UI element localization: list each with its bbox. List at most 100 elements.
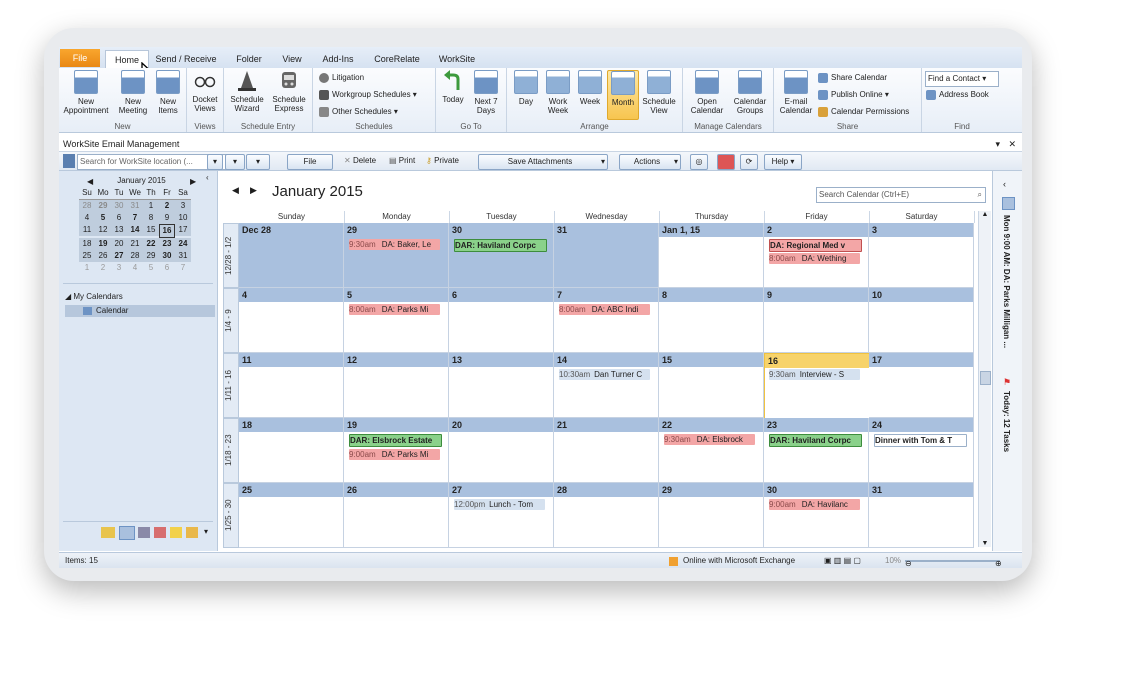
mini-day[interactable]: 5 bbox=[95, 212, 111, 224]
mini-day[interactable]: 4 bbox=[79, 212, 95, 224]
mini-day[interactable]: 19 bbox=[95, 238, 111, 250]
mini-day[interactable]: 6 bbox=[111, 212, 127, 224]
mini-day[interactable]: 28 bbox=[127, 250, 143, 262]
next-arrow-icon[interactable]: ▶ bbox=[250, 185, 257, 196]
day-cell[interactable]: 27 bbox=[449, 483, 554, 548]
mini-day[interactable]: 21 bbox=[127, 238, 143, 250]
new-appointment-button[interactable]: New Appointment bbox=[61, 70, 111, 115]
day-cell[interactable]: 31 bbox=[554, 223, 659, 288]
calendar-list-item[interactable]: Calendar bbox=[65, 305, 215, 317]
appointment[interactable]: 9:30am DA: Baker, Le bbox=[349, 239, 440, 250]
mini-day[interactable]: 17 bbox=[175, 224, 191, 236]
filter-button[interactable]: ▾ bbox=[225, 154, 245, 170]
new-items-button[interactable]: New Items bbox=[153, 70, 183, 115]
mini-day[interactable]: 26 bbox=[95, 250, 111, 262]
tab-worksite[interactable]: WorkSite bbox=[433, 50, 481, 68]
dropdown-arrow-icon[interactable]: ▾ bbox=[995, 137, 1000, 151]
day-cell[interactable]: 14 bbox=[554, 353, 659, 418]
expand-todo-icon[interactable]: ‹ bbox=[1003, 179, 1006, 189]
week-view-button[interactable]: Week bbox=[575, 70, 605, 106]
day-cell[interactable]: 28 bbox=[554, 483, 659, 548]
mini-day[interactable]: 13 bbox=[111, 224, 127, 236]
private-button[interactable]: ⚷ Private bbox=[426, 154, 459, 168]
binoculars-icon[interactable]: ◎ bbox=[690, 154, 708, 170]
appointment[interactable]: Dinner with Tom & T bbox=[874, 434, 967, 447]
mini-day[interactable]: 18 bbox=[79, 238, 95, 250]
help-button[interactable]: Help ▾ bbox=[764, 154, 802, 170]
mini-day[interactable]: 1 bbox=[79, 262, 95, 274]
workgroup-schedules-button[interactable]: Workgroup Schedules ▾ bbox=[319, 88, 417, 102]
scroll-down-icon[interactable]: ▼ bbox=[979, 540, 991, 547]
calendar-nav-icon[interactable] bbox=[119, 526, 135, 540]
scroll-thumb[interactable] bbox=[980, 371, 991, 385]
calendar-scrollbar[interactable]: ▲ ▼ bbox=[978, 211, 991, 547]
mini-day[interactable]: 11 bbox=[79, 224, 95, 236]
mini-day[interactable]: 28 bbox=[79, 200, 95, 212]
share-calendar-button[interactable]: Share Calendar bbox=[818, 71, 887, 85]
address-book-button[interactable]: Address Book bbox=[926, 88, 989, 102]
worksite-icon[interactable] bbox=[63, 154, 75, 168]
day-cell[interactable]: 30 bbox=[764, 483, 869, 548]
folder-dropdown-button[interactable]: ▾ bbox=[246, 154, 270, 170]
folder-icon[interactable] bbox=[186, 527, 198, 538]
mini-day[interactable]: 5 bbox=[143, 262, 159, 274]
mini-day[interactable]: 1 bbox=[143, 200, 159, 212]
next-7-days-button[interactable]: Next 7 Days bbox=[470, 70, 502, 115]
mini-day[interactable]: 27 bbox=[111, 250, 127, 262]
day-cell[interactable]: 30 bbox=[449, 223, 554, 288]
day-cell[interactable]: 10 bbox=[869, 288, 974, 353]
mini-day[interactable]: 9 bbox=[159, 212, 175, 224]
appointment[interactable]: 9:30am DA: Elsbrock bbox=[664, 434, 755, 445]
day-cell[interactable]: 24 bbox=[869, 418, 974, 483]
day-cell[interactable]: 9 bbox=[764, 288, 869, 353]
record-icon[interactable] bbox=[717, 154, 735, 170]
day-cell[interactable]: 6 bbox=[449, 288, 554, 353]
scroll-up-icon[interactable]: ▲ bbox=[979, 211, 991, 218]
my-calendars-header[interactable]: ◢ My Calendars bbox=[65, 292, 123, 301]
tab-corerelate[interactable]: CoreRelate bbox=[369, 50, 425, 68]
open-calendar-button[interactable]: Open Calendar bbox=[687, 70, 727, 115]
day-cell[interactable]: 17 bbox=[869, 353, 974, 418]
day-cell[interactable]: 31 bbox=[869, 483, 974, 548]
zoom-slider[interactable] bbox=[905, 560, 1000, 562]
mini-day[interactable]: 4 bbox=[127, 262, 143, 274]
view-buttons-icon[interactable]: ▣ ▥ ▤ ▢ bbox=[824, 553, 861, 568]
delete-button[interactable]: ✕ Delete bbox=[344, 154, 376, 168]
mini-day[interactable]: 30 bbox=[159, 250, 175, 262]
collapse-pane-icon[interactable]: ‹ bbox=[206, 173, 209, 182]
mini-day[interactable]: 12 bbox=[95, 224, 111, 236]
schedule-express-button[interactable]: Schedule Express bbox=[269, 70, 309, 113]
today-button[interactable]: Today bbox=[439, 70, 467, 104]
day-cell[interactable]: 18 bbox=[239, 418, 344, 483]
work-week-button[interactable]: Work Week bbox=[543, 70, 573, 115]
month-view-button[interactable]: Month bbox=[607, 70, 639, 120]
next-appointment-text[interactable]: Mon 9:00 AM: DA: Parks Milligan ... bbox=[1002, 215, 1011, 348]
print-button[interactable]: ▤ Print bbox=[389, 154, 415, 168]
schedule-view-button[interactable]: Schedule View bbox=[640, 70, 678, 115]
tasks-icon[interactable] bbox=[154, 527, 166, 538]
mini-day-today[interactable]: 16 bbox=[159, 224, 175, 238]
file-button[interactable]: File bbox=[287, 154, 333, 170]
contacts-icon[interactable] bbox=[138, 527, 150, 538]
docket-views-button[interactable]: Docket Views bbox=[190, 70, 220, 113]
day-cell[interactable]: 22 bbox=[659, 418, 764, 483]
day-cell[interactable]: 21 bbox=[554, 418, 659, 483]
tab-send-receive[interactable]: Send / Receive bbox=[154, 50, 218, 68]
appointment[interactable]: DAR: Haviland Corpc bbox=[454, 239, 547, 252]
other-schedules-button[interactable]: Other Schedules ▾ bbox=[319, 105, 398, 119]
mini-day[interactable]: 31 bbox=[127, 200, 143, 212]
calendar-groups-button[interactable]: Calendar Groups bbox=[729, 70, 771, 115]
day-cell[interactable]: 4 bbox=[239, 288, 344, 353]
new-meeting-button[interactable]: New Meeting bbox=[115, 70, 151, 115]
mini-day[interactable]: 6 bbox=[159, 262, 175, 274]
appointment[interactable]: 12:00pm Lunch - Tom bbox=[454, 499, 545, 510]
day-cell[interactable]: 13 bbox=[449, 353, 554, 418]
litigation-button[interactable]: Litigation bbox=[319, 71, 364, 85]
appointment[interactable]: DAR: Haviland Corpc bbox=[769, 434, 862, 447]
day-cell[interactable]: 8 bbox=[659, 288, 764, 353]
tab-folder[interactable]: Folder bbox=[229, 50, 269, 68]
mini-day[interactable]: 24 bbox=[175, 238, 191, 250]
calendar-permissions-button[interactable]: Calendar Permissions bbox=[818, 105, 909, 119]
actions-button[interactable]: Actions ▾ bbox=[619, 154, 681, 170]
day-cell[interactable]: 7 bbox=[554, 288, 659, 353]
